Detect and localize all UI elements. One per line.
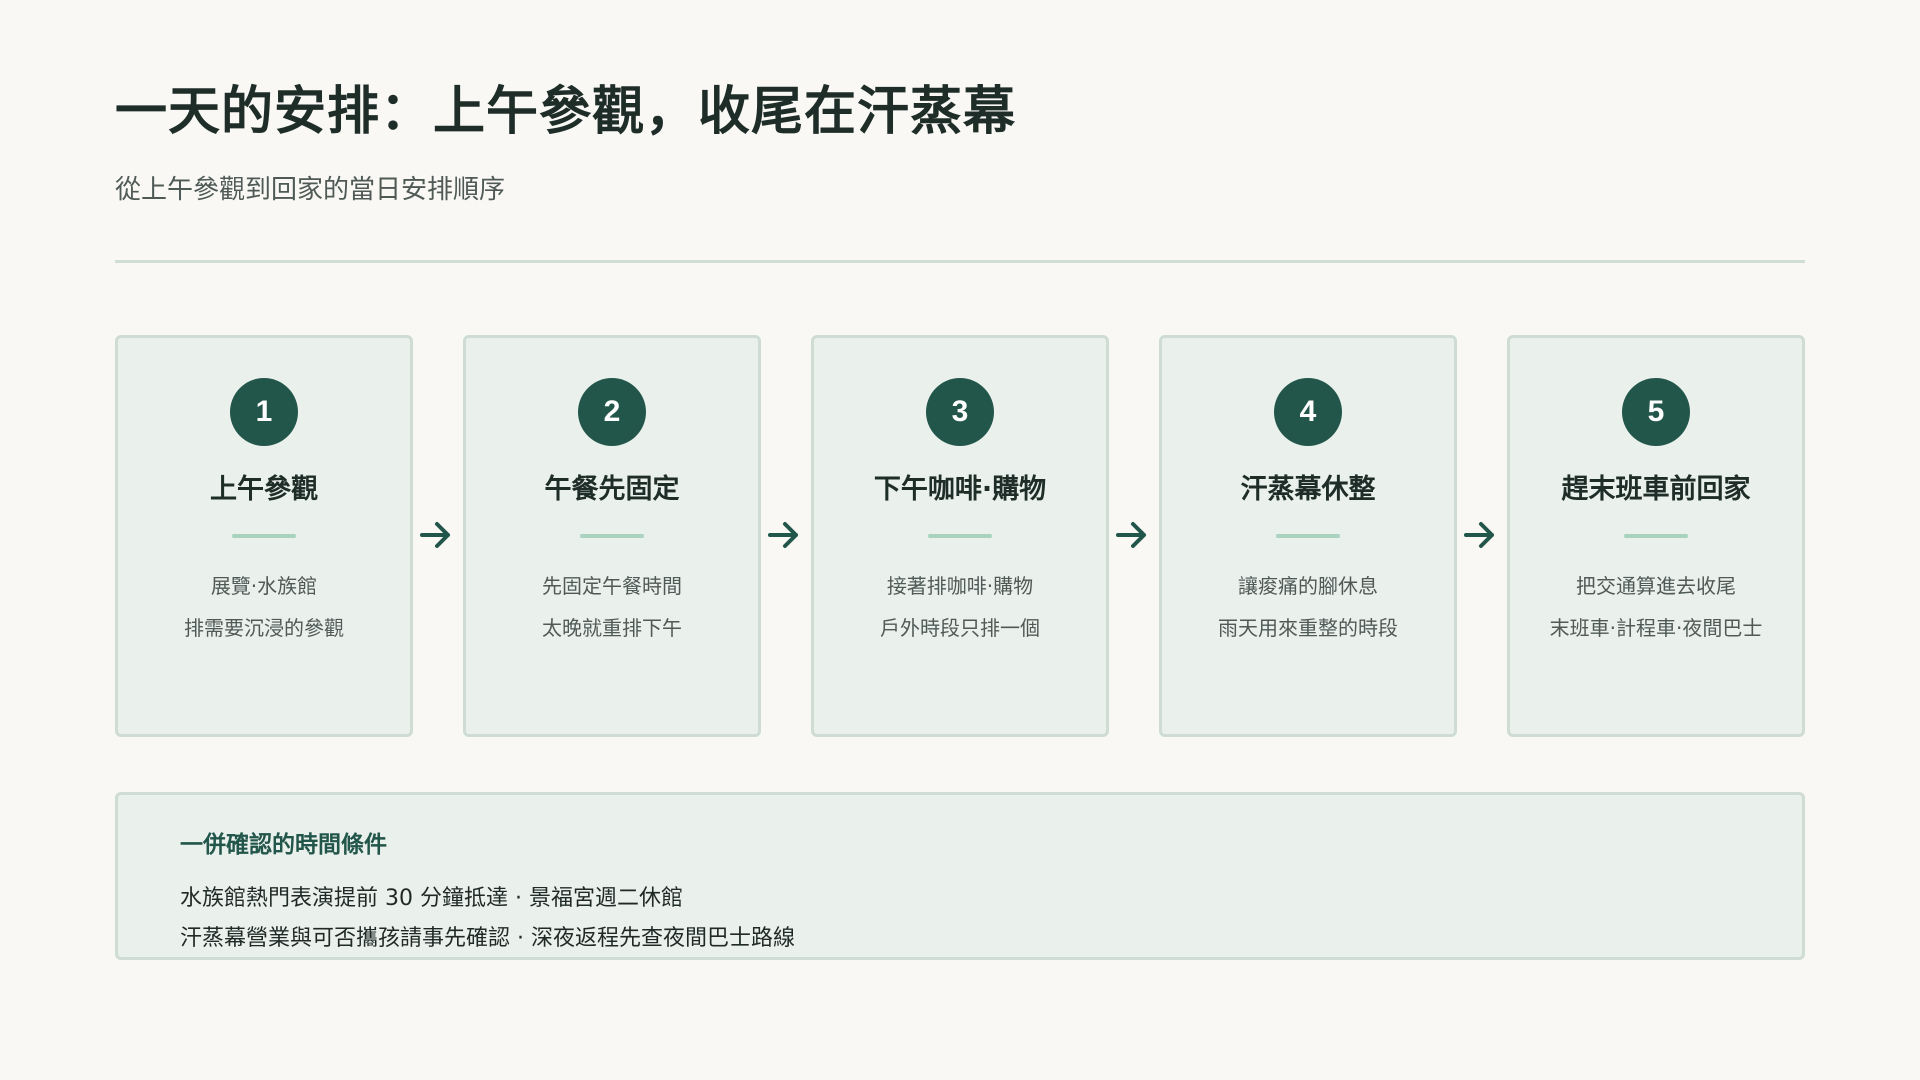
- step-detail-2: 末班車·計程車·夜間巴士: [1549, 616, 1763, 640]
- step-accent-bar: [928, 534, 992, 538]
- step-accent-bar: [1624, 534, 1688, 538]
- step-flow: 1 上午參觀 展覽·水族館 排需要沉浸的參觀 2 午餐先固定 先固定午餐時間 太…: [115, 335, 1805, 740]
- arrow-right-icon: [768, 522, 798, 548]
- step-detail-2: 戶外時段只排一個: [880, 616, 1040, 640]
- step-card-2: 2 午餐先固定 先固定午餐時間 太晚就重排下午: [463, 335, 761, 737]
- step-number-badge: 4: [1274, 378, 1342, 446]
- step-detail-1: 接著排咖啡·購物: [886, 574, 1034, 598]
- step-card-4: 4 汗蒸幕休整 讓痠痛的腳休息 雨天用來重整的時段: [1159, 335, 1457, 737]
- step-detail-1: 把交通算進去收尾: [1576, 574, 1736, 598]
- step-accent-bar: [1276, 534, 1340, 538]
- step-card-5: 5 趕末班車前回家 把交通算進去收尾 末班車·計程車·夜間巴士: [1507, 335, 1805, 737]
- step-detail-1: 讓痠痛的腳休息: [1238, 574, 1378, 598]
- step-title: 下午咖啡·購物: [873, 474, 1047, 505]
- arrow-right-icon: [1464, 522, 1494, 548]
- step-detail-2: 雨天用來重整的時段: [1218, 616, 1398, 640]
- step-number-badge: 2: [578, 378, 646, 446]
- slide: 一天的安排：上午參觀，收尾在汗蒸幕 從上午參觀到回家的當日安排順序 1 上午參觀…: [115, 0, 1805, 1080]
- notes-heading: 一併確認的時間條件: [180, 832, 387, 858]
- step-card-1: 1 上午參觀 展覽·水族館 排需要沉浸的參觀: [115, 335, 413, 737]
- notes-line-1: 水族館熱門表演提前 30 分鐘抵達 · 景福宮週二休館: [180, 886, 683, 911]
- step-card-3: 3 下午咖啡·購物 接著排咖啡·購物 戶外時段只排一個: [811, 335, 1109, 737]
- page-title: 一天的安排：上午參觀，收尾在汗蒸幕: [115, 82, 1017, 142]
- page-subtitle: 從上午參觀到回家的當日安排順序: [115, 175, 506, 205]
- step-title: 汗蒸幕休整: [1240, 474, 1376, 505]
- header-divider: [115, 260, 1805, 263]
- step-accent-bar: [232, 534, 296, 538]
- step-number-badge: 3: [926, 378, 994, 446]
- arrow-right-icon: [420, 522, 450, 548]
- notes-line-2: 汗蒸幕營業與可否攜孩請事先確認 · 深夜返程先查夜間巴士路線: [180, 926, 795, 951]
- timing-notes-panel: 一併確認的時間條件 水族館熱門表演提前 30 分鐘抵達 · 景福宮週二休館 汗蒸…: [115, 792, 1805, 960]
- step-detail-1: 展覽·水族館: [210, 574, 318, 598]
- step-accent-bar: [580, 534, 644, 538]
- step-title: 趕末班車前回家: [1561, 474, 1751, 505]
- arrow-right-icon: [1116, 522, 1146, 548]
- step-number-badge: 5: [1622, 378, 1690, 446]
- step-detail-1: 先固定午餐時間: [542, 574, 682, 598]
- step-detail-2: 太晚就重排下午: [542, 616, 682, 640]
- step-title: 午餐先固定: [544, 474, 680, 505]
- step-detail-2: 排需要沉浸的參觀: [184, 616, 344, 640]
- step-title: 上午參觀: [210, 474, 318, 505]
- step-number-badge: 1: [230, 378, 298, 446]
